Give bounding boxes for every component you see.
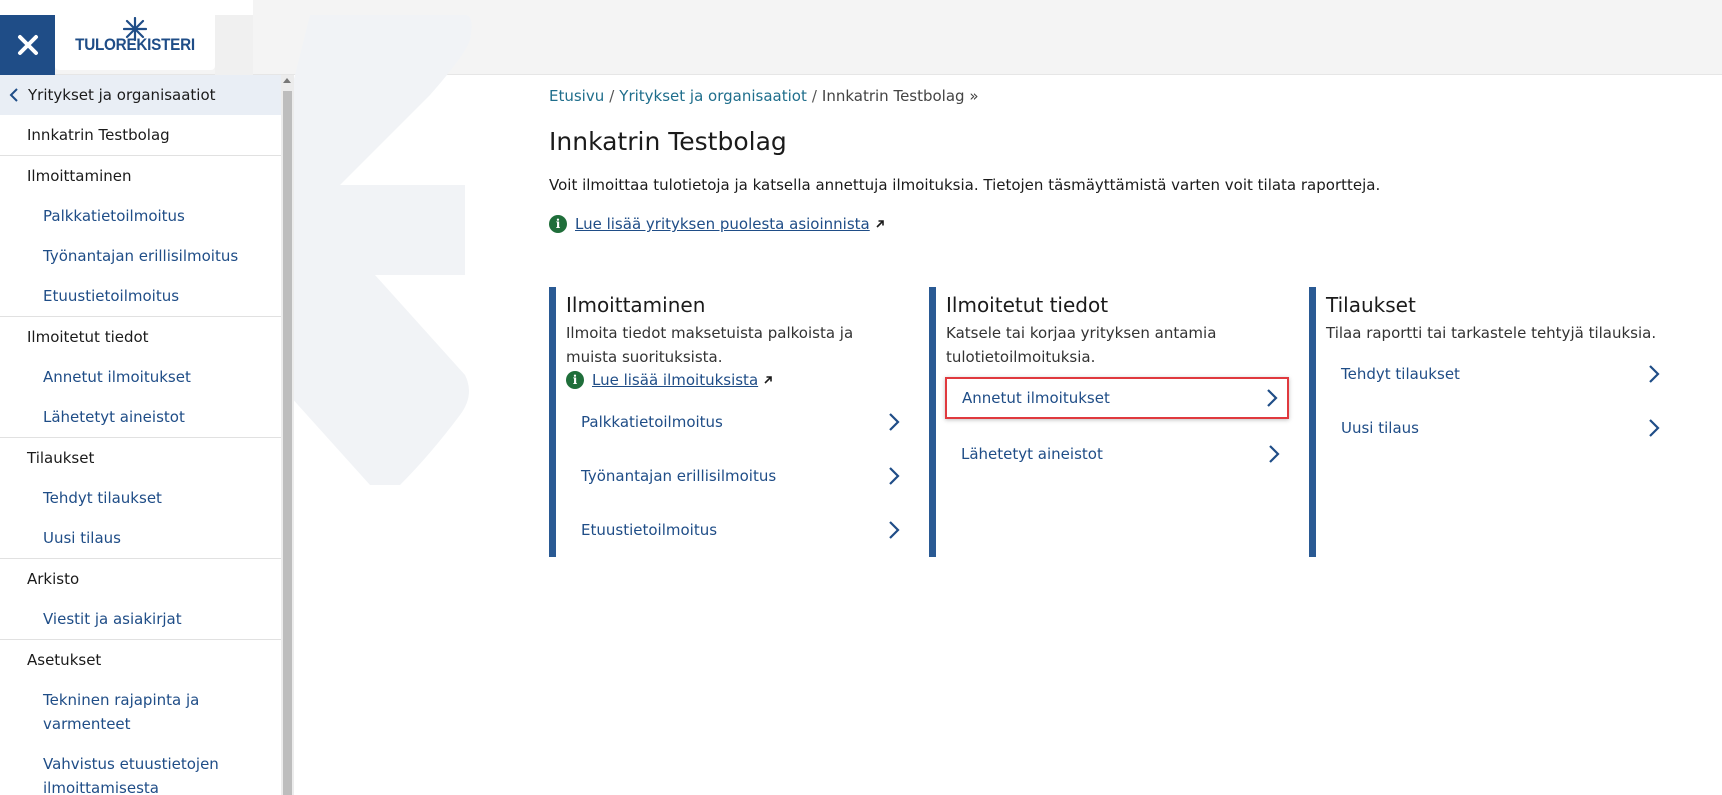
card-link-label: Uusi tilaus: [1341, 419, 1419, 437]
page-intro: Voit ilmoittaa tulotietoja ja katsella a…: [549, 176, 1381, 194]
sidebar-back-link[interactable]: Yritykset ja organisaatiot: [0, 75, 281, 115]
card-link-lahetetyt-aineistot[interactable]: Lähetetyt aineistot: [946, 427, 1289, 481]
sidebar-scrollbar[interactable]: [281, 75, 294, 795]
external-link-icon: [764, 376, 772, 384]
logo[interactable]: TULOREKISTERI: [55, 15, 215, 70]
card-title: Tilaukset: [1326, 293, 1416, 317]
sidebar-section-ilmoittaminen: Ilmoittaminen Palkkatietoilmoitus Työnan…: [0, 156, 281, 317]
breadcrumb-parent-link[interactable]: Yritykset ja organisaatiot: [619, 87, 807, 105]
card-link-label: Tehdyt tilaukset: [1341, 365, 1460, 383]
card-link-palkkatietoilmoitus[interactable]: Palkkatietoilmoitus: [566, 395, 909, 449]
card-links: Annetut ilmoitukset Lähetetyt aineistot: [945, 377, 1289, 481]
info-icon: i: [566, 371, 584, 389]
background-chevron-decoration: [280, 15, 472, 485]
breadcrumb-current: Innkatrin Testbolag »: [821, 87, 979, 105]
chevron-right-icon: [1269, 445, 1280, 463]
card-description: Katsele tai korjaa yrityksen antamia tul…: [946, 324, 1217, 366]
chevron-right-icon: [1649, 419, 1660, 437]
card-title: Ilmoittaminen: [566, 293, 706, 317]
card-link-label: Lähetetyt aineistot: [961, 445, 1103, 463]
card-description: Ilmoita tiedot maksetuista palkoista ja …: [566, 324, 854, 366]
breadcrumb: Etusivu / Yritykset ja organisaatiot / Innka…: [549, 87, 979, 105]
chevron-right-icon: [1267, 389, 1278, 407]
info-icon: i: [549, 215, 567, 233]
breadcrumb-separator: /: [811, 87, 817, 105]
sidebar-item-tekninen-rajapinta[interactable]: Tekninen rajapinta ja varmenteet: [0, 680, 281, 744]
sidebar-item-palkkatietoilmoitus[interactable]: Palkkatietoilmoitus: [0, 196, 281, 236]
chevron-right-icon: [1649, 365, 1660, 383]
card-link-label: Annetut ilmoitukset: [962, 389, 1110, 407]
sidebar-item-etuustietoilmoitus[interactable]: Etuustietoilmoitus: [0, 276, 281, 316]
breadcrumb-home-link[interactable]: Etusivu: [549, 87, 604, 105]
card-tilaukset: Tilaukset Tilaa raportti tai tarkastele …: [1309, 287, 1669, 557]
chevron-right-icon: [889, 467, 900, 485]
sidebar-section-company: Innkatrin Testbolag: [0, 115, 281, 156]
sidebar: Yritykset ja organisaatiot Innkatrin Tes…: [0, 75, 281, 795]
scroll-up-arrow-icon[interactable]: [283, 78, 291, 83]
card-ilmoittaminen: Ilmoittaminen Ilmoita tiedot maksetuista…: [549, 287, 909, 557]
sidebar-heading-asetukset[interactable]: Asetukset: [0, 640, 281, 680]
sidebar-item-tehdyt-tilaukset[interactable]: Tehdyt tilaukset: [0, 478, 281, 518]
card-link-label: Etuustietoilmoitus: [581, 521, 718, 539]
card-info-link[interactable]: Lue lisää ilmoituksista: [592, 371, 758, 389]
sidebar-heading-company[interactable]: Innkatrin Testbolag: [0, 115, 281, 155]
close-icon: [17, 35, 38, 55]
chevron-left-icon: [9, 88, 18, 102]
scrollbar-thumb[interactable]: [283, 91, 292, 795]
sidebar-item-uusi-tilaus[interactable]: Uusi tilaus: [0, 518, 281, 558]
sidebar-heading-tilaukset[interactable]: Tilaukset: [0, 438, 281, 478]
sidebar-section-tilaukset: Tilaukset Tehdyt tilaukset Uusi tilaus: [0, 438, 281, 559]
sidebar-heading-ilmoitetut-tiedot[interactable]: Ilmoitetut tiedot: [0, 317, 281, 357]
sidebar-section-ilmoitetut-tiedot: Ilmoitetut tiedot Annetut ilmoitukset Lä…: [0, 317, 281, 438]
top-bar: TULOREKISTERI: [0, 0, 1722, 75]
sidebar-back-label: Yritykset ja organisaatiot: [28, 86, 216, 104]
card-ilmoitetut-tiedot: Ilmoitetut tiedot Katsele tai korjaa yri…: [929, 287, 1289, 557]
page-title: Innkatrin Testbolag: [549, 127, 787, 156]
info-link-yrityksen-puolesta[interactable]: Lue lisää yrityksen puolesta asioinnista: [575, 215, 870, 233]
sidebar-item-tyonantajan-erillisilmoitus[interactable]: Työnantajan erillisilmoitus: [0, 236, 281, 276]
card-link-label: Työnantajan erillisilmoitus: [581, 467, 777, 485]
sidebar-item-vahvistus-etuustietojen[interactable]: Vahvistus etuustietojen ilmoittamisesta: [0, 744, 281, 795]
sidebar-heading-ilmoittaminen[interactable]: Ilmoittaminen: [0, 156, 281, 196]
card-link-label: Palkkatietoilmoitus: [581, 413, 723, 431]
cards-row: Ilmoittaminen Ilmoita tiedot maksetuista…: [549, 287, 1669, 557]
top-band: [215, 15, 253, 75]
card-links: Tehdyt tilaukset Uusi tilaus: [1326, 347, 1669, 455]
card-info-link-row: i Lue lisää ilmoituksista: [566, 371, 909, 389]
card-link-tyonantajan-erillisilmoitus[interactable]: Työnantajan erillisilmoitus: [566, 449, 909, 503]
card-link-tehdyt-tilaukset[interactable]: Tehdyt tilaukset: [1326, 347, 1669, 401]
card-links: Palkkatietoilmoitus Työnantajan erillisi…: [566, 395, 909, 557]
external-link-icon: [876, 220, 884, 228]
card-link-uusi-tilaus[interactable]: Uusi tilaus: [1326, 401, 1669, 455]
sidebar-item-annetut-ilmoitukset[interactable]: Annetut ilmoitukset: [0, 357, 281, 397]
top-strip: [0, 0, 253, 15]
card-description: Tilaa raportti tai tarkastele tehtyjä ti…: [1326, 324, 1657, 342]
sidebar-section-arkisto: Arkisto Viestit ja asiakirjat: [0, 559, 281, 640]
chevron-right-icon: [889, 521, 900, 539]
chevron-right-icon: [889, 413, 900, 431]
card-link-etuustietoilmoitus[interactable]: Etuustietoilmoitus: [566, 503, 909, 557]
sidebar-section-asetukset: Asetukset Tekninen rajapinta ja varmente…: [0, 640, 281, 795]
logo-text: TULOREKISTERI: [75, 35, 195, 54]
sidebar-heading-arkisto[interactable]: Arkisto: [0, 559, 281, 599]
card-title: Ilmoitetut tiedot: [946, 293, 1109, 317]
breadcrumb-separator: /: [609, 87, 615, 105]
sidebar-item-lahetetyt-aineistot[interactable]: Lähetetyt aineistot: [0, 397, 281, 437]
sidebar-item-viestit-ja-asiakirjat[interactable]: Viestit ja asiakirjat: [0, 599, 281, 639]
close-menu-button[interactable]: [0, 15, 55, 75]
card-link-annetut-ilmoitukset[interactable]: Annetut ilmoitukset: [945, 377, 1289, 419]
info-link-row: i Lue lisää yrityksen puolesta asioinnis…: [549, 215, 885, 233]
